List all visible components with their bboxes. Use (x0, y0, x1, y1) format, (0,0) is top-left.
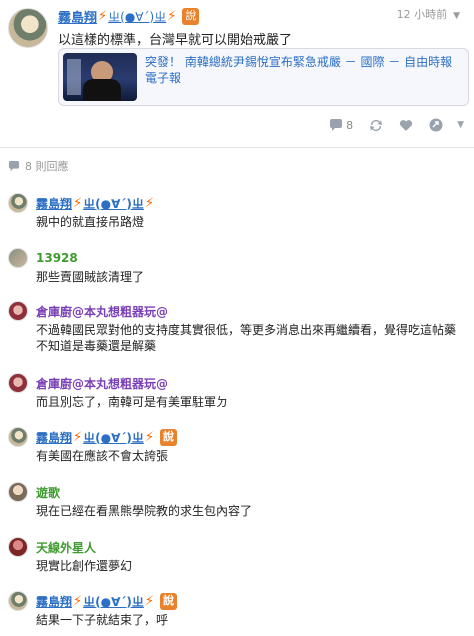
comment-author-name[interactable]: 霧島翔 (36, 593, 72, 610)
author-kaomoji[interactable]: ㄓ(●∀´)ㄓ (108, 8, 166, 25)
comment-author-row: 霧島翔 ⚡ ㄓ(●∀´)ㄓ ⚡ 說 (36, 428, 178, 446)
comment-text: 而且別忘了，南韓可是有美軍駐軍ㄉ (36, 395, 229, 409)
lightning-icon: ⚡ (144, 195, 155, 211)
chevron-down-icon[interactable]: ▼ (457, 120, 464, 130)
comment-icon (8, 160, 20, 171)
avatar[interactable] (8, 591, 28, 611)
author-kaomoji[interactable]: ㄓ(●∀´)ㄓ (83, 593, 144, 610)
share-icon (429, 118, 443, 132)
post-author-name[interactable]: 霧島翔 (58, 7, 97, 26)
post-body-text: 以這樣的標準，台灣早就可以開始戒嚴了 (58, 33, 293, 48)
comment-author-name[interactable]: 霧島翔 (36, 195, 72, 212)
comments-count-bar: 8 則回應 (8, 158, 69, 174)
lightning-icon: ⚡ (73, 429, 83, 445)
comment-author-row: 霧島翔 ⚡ ㄓ(●∀´)ㄓ ⚡ (36, 194, 155, 212)
avatar[interactable] (8, 248, 28, 268)
author-kaomoji[interactable]: ㄓ(●∀´)ㄓ (83, 429, 144, 446)
post-author-row: 霧島翔 ⚡ ㄓ(●∀´)ㄓ ⚡ 說 (58, 6, 200, 26)
comment-text: 那些賣國賊該清理了 (36, 270, 145, 284)
comment-author-row: 天線外星人 (36, 538, 96, 556)
comment-author-name[interactable]: 13928 (36, 251, 78, 265)
author-kaomoji[interactable]: ㄓ(●∀´)ㄓ (83, 195, 144, 212)
comment-button[interactable]: 8 (329, 118, 354, 132)
lightning-icon: ⚡ (167, 8, 177, 24)
comment-text: 有美國在應該不會太誇張 (36, 449, 169, 463)
comment-author-name[interactable]: 天線外星人 (36, 539, 96, 556)
comment-text: 現在已經在看黑熊學院教的求生包內容了 (36, 504, 253, 518)
avatar[interactable] (8, 427, 28, 447)
comment-text: 親中的就直接吊路燈 (36, 215, 145, 229)
avatar[interactable] (8, 482, 28, 502)
comment-author-row: 霧島翔 ⚡ ㄓ(●∀´)ㄓ ⚡ 說 (36, 592, 178, 610)
comment-count: 8 (346, 118, 354, 132)
comment-text: 不過韓國民眾對他的支持度其實很低，等更多消息出來再繼續看，覺得吃這帖藥不知道是毒… (36, 323, 457, 353)
avatar[interactable] (8, 537, 28, 557)
comment-author-name[interactable]: 霧島翔 (36, 429, 72, 446)
comment-author-row: 遊歌 (36, 483, 60, 501)
share-button[interactable] (429, 118, 443, 132)
comment-author-name[interactable]: 遊歌 (36, 484, 60, 501)
link-thumbnail (63, 53, 137, 101)
lightning-icon: ⚡ (144, 593, 155, 609)
repost-icon (370, 119, 383, 131)
link-title[interactable]: 突發！ 南韓總統尹錫悅宣布緊急戒嚴 － 國際 － 自由時報電子報 (145, 54, 462, 86)
link-preview-card[interactable]: 突發！ 南韓總統尹錫悅宣布緊急戒嚴 － 國際 － 自由時報電子報 (58, 48, 469, 106)
comment-author-row: 13928 (36, 249, 78, 267)
avatar[interactable] (8, 8, 48, 48)
post-timestamp: 12 小時前 (396, 8, 448, 21)
comment-author-row: 倉庫廚@本丸想粗器玩@ (36, 374, 168, 392)
post-card: 霧島翔 ⚡ ㄓ(●∀´)ㄓ ⚡ 說 12 小時前 ▼ 以這樣的標準，台灣早就可以開… (0, 0, 474, 148)
comment-text: 現實比創作還夢幻 (36, 559, 133, 573)
lightning-icon: ⚡ (73, 195, 83, 211)
like-button[interactable] (399, 119, 413, 132)
comment-author-name[interactable]: 倉庫廚@本丸想粗器玩@ (36, 303, 168, 320)
avatar[interactable] (8, 373, 28, 393)
avatar[interactable] (8, 193, 28, 213)
post-type-badge: 說 (160, 592, 178, 610)
repost-button[interactable] (369, 119, 383, 132)
chevron-down-icon[interactable]: ▼ (453, 11, 460, 21)
post-actions: 8 ▼ (313, 118, 464, 132)
lightning-icon: ⚡ (73, 593, 83, 609)
heart-icon (399, 119, 413, 131)
lightning-icon: ⚡ (144, 429, 155, 445)
comments-count-label: 8 則回應 (25, 160, 69, 173)
comment-author-name[interactable]: 倉庫廚@本丸想粗器玩@ (36, 375, 168, 392)
comment-text: 結果一下子就結束了，呼 (36, 613, 169, 627)
avatar[interactable] (8, 301, 28, 321)
post-type-badge: 說 (160, 428, 178, 446)
comment-author-row: 倉庫廚@本丸想粗器玩@ (36, 302, 168, 320)
comment-icon (330, 118, 343, 131)
post-time[interactable]: 12 小時前 ▼ (397, 6, 460, 22)
lightning-icon: ⚡ (98, 8, 108, 24)
post-type-badge: 說 (182, 7, 200, 25)
